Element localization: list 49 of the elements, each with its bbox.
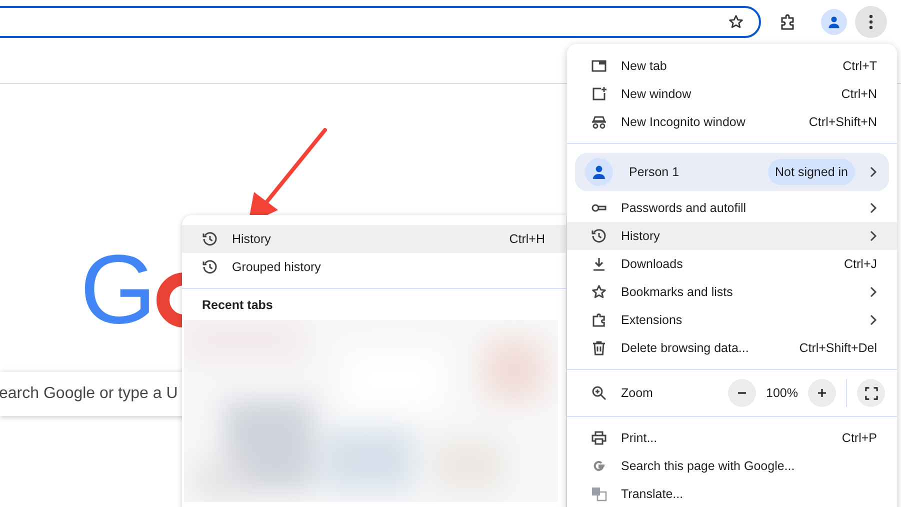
- zoom-in-button[interactable]: [808, 379, 836, 407]
- download-icon: [591, 256, 607, 272]
- menu-item[interactable]: History: [567, 222, 897, 250]
- menu-icon: [869, 14, 873, 30]
- menu-label: Zoom: [621, 386, 653, 400]
- avatar-icon: [585, 158, 613, 186]
- search-field[interactable]: earch Google or type a U: [0, 372, 560, 416]
- menu-item[interactable]: Passwords and autofill: [567, 194, 897, 222]
- new-tab-icon: [591, 58, 607, 74]
- fullscreen-icon: [864, 386, 878, 400]
- menu-item[interactable]: New Incognito window Ctrl+Shift+N: [567, 108, 897, 136]
- zoom-level: 100%: [765, 386, 799, 400]
- new-window-icon: [591, 86, 607, 102]
- menu-item[interactable]: Grouped history: [182, 253, 566, 281]
- menu-item[interactable]: History Ctrl+H: [182, 225, 566, 253]
- menu-item[interactable]: New window Ctrl+N: [567, 80, 897, 108]
- printer-icon: [591, 430, 607, 446]
- star-icon[interactable]: [728, 14, 744, 30]
- puzzle-icon: [591, 312, 607, 328]
- menu-item[interactable]: Downloads Ctrl+J: [567, 250, 897, 278]
- star-icon: [591, 284, 607, 300]
- fullscreen-button[interactable]: [857, 379, 885, 407]
- menu-item[interactable]: Delete browsing data... Ctrl+Shift+Del: [567, 334, 897, 362]
- trash-icon: [591, 340, 607, 356]
- menu-item[interactable]: Extensions: [567, 306, 897, 334]
- menu-item[interactable]: New tab Ctrl+T: [567, 52, 897, 80]
- logo-text: G: [80, 234, 156, 344]
- logo-fragment-drawing: [154, 270, 182, 330]
- sign-in-status: Not signed in: [768, 159, 855, 185]
- profile-button[interactable]: [821, 9, 847, 35]
- section-title: Recent tabs: [201, 297, 274, 314]
- menu-item[interactable]: Translate...: [567, 480, 897, 507]
- puzzle-icon[interactable]: [779, 13, 797, 31]
- plus-icon: [816, 387, 828, 399]
- translate-icon: [591, 486, 607, 502]
- letter-g-icon: [591, 458, 607, 474]
- incognito-icon: [591, 114, 607, 130]
- menu-item[interactable]: Print... Ctrl+P: [567, 424, 897, 452]
- zoom-icon: [591, 385, 607, 401]
- history-icon: [202, 231, 218, 247]
- menu-item[interactable]: Bookmarks and lists: [567, 278, 897, 306]
- history-icon: [202, 259, 218, 275]
- zoom-out-button[interactable]: [728, 379, 756, 407]
- address-bar[interactable]: [0, 6, 761, 38]
- profile-item[interactable]: Person 1 Not signed in: [575, 153, 889, 191]
- person-icon: [827, 15, 841, 29]
- menu-button[interactable]: [855, 6, 887, 38]
- history-icon: [591, 228, 607, 244]
- menu-item[interactable]: Search this page with Google...: [567, 452, 897, 480]
